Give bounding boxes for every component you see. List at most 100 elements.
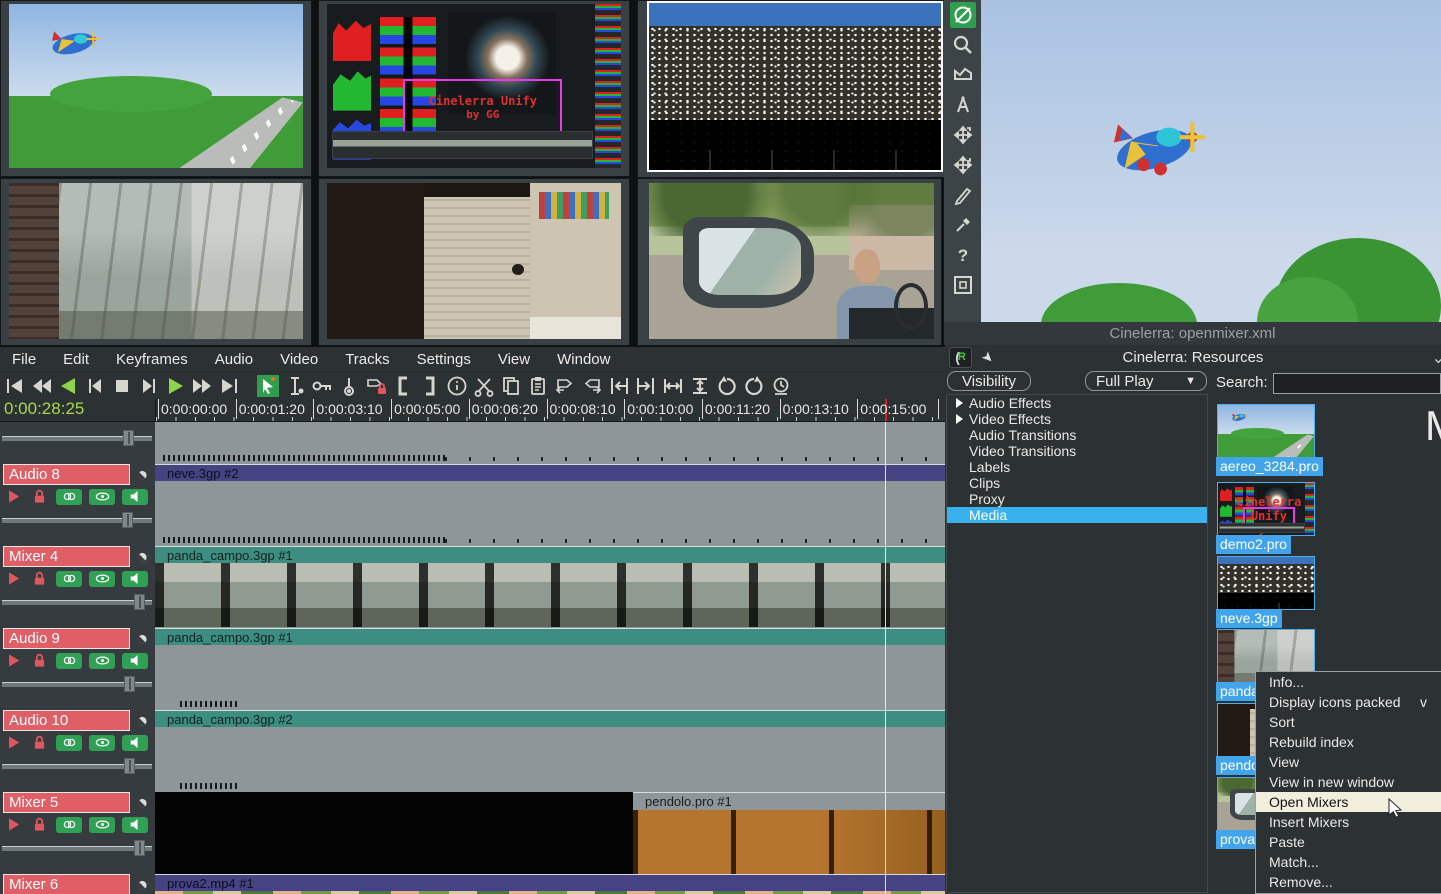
- category-media[interactable]: Media: [947, 507, 1207, 523]
- clip-bar[interactable]: panda_campo.3gp #1: [155, 546, 945, 563]
- menu-item-match-[interactable]: Match...: [1256, 852, 1441, 872]
- menu-tracks[interactable]: Tracks: [345, 351, 389, 368]
- media-thumb-neve[interactable]: [1218, 557, 1314, 609]
- menu-window[interactable]: Window: [557, 351, 610, 368]
- gang-icon[interactable]: [56, 571, 82, 587]
- gang-icon[interactable]: [56, 489, 82, 505]
- visibility-button[interactable]: Visibility: [947, 371, 1031, 391]
- goto-start-button[interactable]: [2, 374, 26, 398]
- cut-button[interactable]: [472, 374, 496, 398]
- menu-item-info-[interactable]: Info...: [1256, 672, 1441, 692]
- undo-button[interactable]: [715, 374, 739, 398]
- menu-edit[interactable]: Edit: [63, 351, 89, 368]
- prev-edit-button[interactable]: [607, 374, 631, 398]
- track-title-6[interactable]: Mixer 6: [3, 874, 130, 894]
- fast-forward-button[interactable]: [191, 374, 215, 398]
- draw-icon[interactable]: [89, 817, 115, 833]
- draw-icon[interactable]: [89, 571, 115, 587]
- play-icon[interactable]: [6, 652, 24, 669]
- mixer-viewport-prova2[interactable]: [649, 183, 934, 339]
- crop-icon[interactable]: [950, 182, 976, 208]
- resources-titlebar[interactable]: R ➤ Cinelerra: Resources ⌄: [945, 345, 1441, 369]
- menu-item-paste[interactable]: Paste: [1256, 832, 1441, 852]
- gang-icon[interactable]: [56, 735, 82, 751]
- menu-item-view-in-new-window[interactable]: View in new window: [1256, 772, 1441, 792]
- track-fader[interactable]: [2, 758, 152, 774]
- play-mode-dropdown[interactable]: Full Play ▼: [1085, 371, 1207, 391]
- track-fader[interactable]: [2, 676, 152, 692]
- compositor-titlebar[interactable]: Cinelerra: openmixer.xml: [944, 322, 1441, 345]
- play-icon[interactable]: [6, 570, 24, 587]
- draw-icon[interactable]: [89, 489, 115, 505]
- mask-icon[interactable]: [950, 62, 976, 88]
- fit-selection-button[interactable]: [661, 374, 685, 398]
- lock-icon[interactable]: [31, 734, 49, 751]
- menu-file[interactable]: File: [12, 351, 36, 368]
- track-fader[interactable]: [2, 594, 152, 610]
- arrow-mode-button[interactable]: [256, 374, 280, 398]
- category-proxy[interactable]: Proxy: [947, 491, 1207, 507]
- protect-video-icon[interactable]: [950, 2, 976, 28]
- clip-bar[interactable]: panda_campo.3gp #1: [155, 628, 945, 645]
- fit-autos-button[interactable]: [688, 374, 712, 398]
- manual-goto-button[interactable]: [769, 374, 793, 398]
- media-thumb-demo2[interactable]: Cinelerra Unifyby GG: [1218, 483, 1314, 535]
- track-expand-icon[interactable]: ◑: [126, 541, 155, 572]
- clip-bar[interactable]: panda_campo.3gp #2: [155, 710, 945, 727]
- next-edit-button[interactable]: [634, 374, 658, 398]
- category-video-effects[interactable]: Video Effects: [947, 411, 1207, 427]
- magnify-icon[interactable]: [950, 32, 976, 58]
- menu-view[interactable]: View: [498, 351, 530, 368]
- track-title-4[interactable]: Audio 10: [3, 710, 130, 731]
- paste-button[interactable]: [526, 374, 550, 398]
- next-label-button[interactable]: [580, 374, 604, 398]
- search-input[interactable]: [1273, 373, 1441, 394]
- prev-label-button[interactable]: [553, 374, 577, 398]
- category-audio-transitions[interactable]: Audio Transitions: [947, 427, 1207, 443]
- track-title-2[interactable]: Mixer 4: [3, 546, 130, 567]
- out-point-button[interactable]: [418, 374, 442, 398]
- media-label-demo2[interactable]: demo2.pro: [1216, 535, 1291, 554]
- expand-arrow-icon[interactable]: [956, 398, 963, 408]
- category-video-transitions[interactable]: Video Transitions: [947, 443, 1207, 459]
- track-fader[interactable]: [2, 512, 152, 528]
- ibeam-mode-button[interactable]: [283, 374, 307, 398]
- menu-keyframes[interactable]: Keyframes: [116, 351, 188, 368]
- track-expand-icon[interactable]: ◑: [126, 623, 155, 654]
- menu-settings[interactable]: Settings: [417, 351, 471, 368]
- mixer-viewport-neve[interactable]: [649, 3, 941, 170]
- projector-move-icon[interactable]: [950, 152, 976, 178]
- category-labels[interactable]: Labels: [947, 459, 1207, 475]
- goto-end-button[interactable]: [218, 374, 242, 398]
- timeline-canvas[interactable]: neve.3gp #2panda_campo.3gp #1panda_campo…: [155, 422, 945, 894]
- lock-icon[interactable]: [31, 570, 49, 587]
- lock-icon[interactable]: [31, 488, 49, 505]
- fader-handle[interactable]: [134, 594, 145, 610]
- fast-reverse-button[interactable]: [29, 374, 53, 398]
- menu-item-sort[interactable]: Sort: [1256, 712, 1441, 732]
- mute-icon[interactable]: [122, 489, 148, 505]
- in-point-button[interactable]: [391, 374, 415, 398]
- mute-icon[interactable]: [122, 735, 148, 751]
- menu-item-insert-mixers[interactable]: Insert Mixers: [1256, 812, 1441, 832]
- gang-icon[interactable]: [56, 653, 82, 669]
- track-fader[interactable]: [2, 840, 152, 856]
- lock-icon[interactable]: [31, 652, 49, 669]
- mixer-viewport-pendolo[interactable]: [327, 183, 621, 339]
- ruler-icon[interactable]: [950, 92, 976, 118]
- tool-info-icon[interactable]: ?: [950, 242, 976, 268]
- expand-arrow-icon[interactable]: [956, 414, 963, 424]
- track-title-5[interactable]: Mixer 5: [3, 792, 130, 813]
- media-label-neve[interactable]: neve.3gp: [1216, 609, 1282, 628]
- track-expand-icon[interactable]: ◑: [126, 459, 155, 490]
- menu-item-display-icons-packed[interactable]: Display icons packedv: [1256, 692, 1441, 712]
- menu-audio[interactable]: Audio: [215, 351, 253, 368]
- play-icon[interactable]: [6, 488, 24, 505]
- label-toggle-button[interactable]: [445, 374, 469, 398]
- keyframe-key-button[interactable]: [310, 374, 334, 398]
- fader-handle[interactable]: [134, 840, 145, 856]
- draw-icon[interactable]: [89, 653, 115, 669]
- fader-handle[interactable]: [124, 676, 135, 692]
- track-expand-icon[interactable]: ◑: [126, 705, 155, 736]
- menu-item-view[interactable]: View: [1256, 752, 1441, 772]
